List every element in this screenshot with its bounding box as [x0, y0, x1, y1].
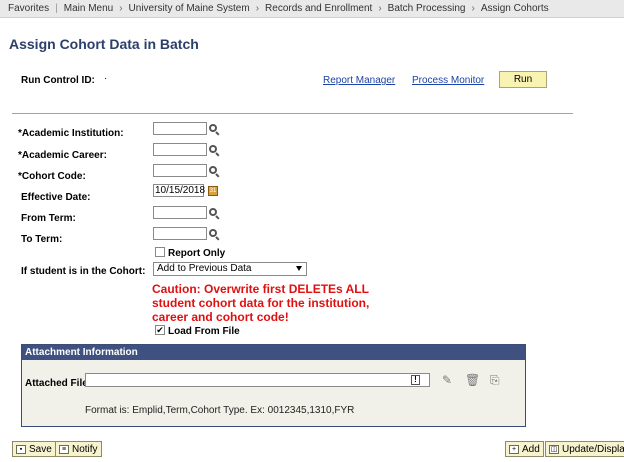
cohort-code-input[interactable] — [153, 164, 207, 177]
breadcrumb-arrow-icon: › — [255, 3, 260, 14]
page-title: Assign Cohort Data in Batch — [9, 36, 199, 52]
calendar-icon[interactable]: 31 — [208, 186, 218, 196]
attachment-section: Attachment Information Attached File ! ✎… — [21, 344, 526, 427]
update-display-button[interactable]: ◫ Update/Display — [545, 441, 624, 457]
update-display-icon: ◫ — [549, 444, 559, 454]
update-display-button-label: Update/Display — [562, 443, 624, 455]
in-cohort-label: If student is in the Cohort: — [21, 266, 146, 277]
academic-career-lookup-icon[interactable] — [209, 145, 220, 157]
edit-pencil-icon[interactable]: ✎ — [442, 373, 452, 387]
academic-institution-label: *Academic Institution: — [18, 128, 124, 139]
report-manager-link[interactable]: Report Manager — [323, 75, 395, 86]
process-monitor-link[interactable]: Process Monitor — [412, 75, 484, 86]
academic-career-input[interactable] — [153, 143, 207, 156]
cohort-code-label: *Cohort Code: — [18, 171, 86, 182]
to-term-label: To Term: — [21, 234, 63, 245]
load-from-file-checkbox[interactable]: ✔ — [155, 325, 165, 335]
breadcrumb-arrow-icon: › — [378, 3, 382, 14]
breadcrumb-separator: | — [55, 3, 58, 14]
run-button[interactable]: Run — [499, 71, 547, 88]
view-attachment-icon[interactable]: ⎘ — [490, 373, 500, 388]
in-cohort-select[interactable]: Add to Previous Data — [153, 262, 307, 276]
breadcrumb-item[interactable]: Batch Processing — [384, 3, 470, 14]
breadcrumb-item-current[interactable]: Assign Cohorts — [477, 3, 553, 14]
notify-button-label: Notify — [72, 443, 98, 455]
cohort-code-lookup-icon[interactable] — [209, 166, 220, 178]
run-control-value: · — [104, 73, 108, 84]
breadcrumb-arrow-icon: › — [471, 3, 475, 14]
attachment-info-icon[interactable]: ! — [411, 375, 420, 385]
delete-trash-icon[interactable]: 🗑 — [465, 373, 480, 387]
in-cohort-selected-value: Add to Previous Data — [157, 263, 252, 274]
to-term-input[interactable] — [153, 227, 207, 240]
add-button-label: Add — [522, 443, 540, 455]
attached-file-input[interactable] — [85, 373, 430, 387]
notify-button[interactable]: ≡ Notify — [55, 441, 102, 457]
breadcrumb-item[interactable]: Records and Enrollment — [261, 3, 376, 14]
report-only-checkbox[interactable] — [155, 247, 165, 257]
save-icon: ▪ — [16, 444, 26, 454]
add-icon: + — [509, 444, 519, 454]
breadcrumb-arrow-icon: › — [119, 3, 123, 14]
breadcrumb: Favorites | Main Menu › University of Ma… — [0, 0, 624, 18]
academic-institution-lookup-icon[interactable] — [209, 124, 220, 136]
effective-date-input[interactable]: 10/15/2018 — [153, 184, 205, 197]
add-button[interactable]: + Add — [505, 441, 544, 457]
run-control-label: Run Control ID: — [21, 75, 95, 86]
from-term-input[interactable] — [153, 206, 207, 219]
section-divider — [12, 113, 573, 114]
chevron-down-icon — [296, 266, 302, 271]
attached-file-label: Attached File — [25, 378, 88, 389]
breadcrumb-favorites[interactable]: Favorites — [4, 3, 53, 14]
effective-date-label: Effective Date: — [21, 192, 91, 203]
to-term-lookup-icon[interactable] — [209, 229, 220, 241]
from-term-lookup-icon[interactable] — [209, 208, 220, 220]
load-from-file-label: Load From File — [168, 326, 240, 337]
report-only-label: Report Only — [168, 248, 226, 259]
from-term-label: From Term: — [21, 213, 76, 224]
save-button[interactable]: ▪ Save — [12, 441, 56, 457]
caution-message: Caution: Overwrite first DELETEs ALL stu… — [152, 282, 370, 324]
breadcrumb-main-menu[interactable]: Main Menu — [60, 3, 117, 14]
breadcrumb-item[interactable]: University of Maine System — [125, 3, 254, 14]
save-button-label: Save — [29, 443, 52, 455]
notify-icon: ≡ — [59, 444, 69, 454]
academic-career-label: *Academic Career: — [18, 150, 107, 161]
attachment-format-text: Format is: Emplid,Term,Cohort Type. Ex: … — [85, 405, 355, 416]
academic-institution-input[interactable] — [153, 122, 207, 135]
attachment-header: Attachment Information — [22, 345, 525, 360]
